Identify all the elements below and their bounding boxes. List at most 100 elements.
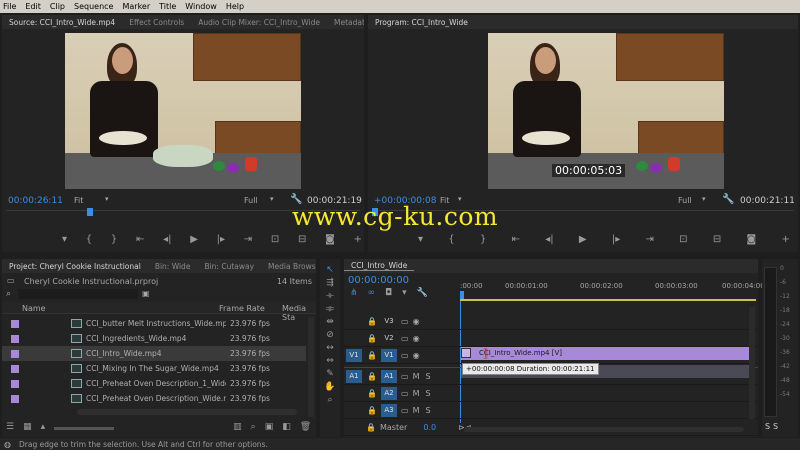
rolling-edit-tool-icon[interactable]: ⟚	[326, 304, 335, 314]
tab-metadata[interactable]: Metadata	[327, 18, 364, 27]
track-select-tool-icon[interactable]: ⇶	[326, 278, 334, 288]
tab-audio-clip-mixer[interactable]: Audio Clip Mixer: CCI_Intro_Wide	[191, 18, 327, 27]
mark-in-icon[interactable]: {	[86, 234, 92, 245]
overwrite-icon[interactable]: ⊟	[298, 234, 306, 245]
timeline-zoom-bar[interactable]	[464, 427, 744, 432]
project-scrollbar[interactable]	[308, 317, 314, 417]
menu-help[interactable]: Help	[226, 2, 244, 11]
tab-project[interactable]: Project: Cheryl Cookie Instructional	[2, 262, 148, 271]
master-volume[interactable]: 0.0	[423, 423, 436, 432]
add-icon[interactable]: +	[781, 234, 789, 245]
chevron-down-icon[interactable]: ▾	[270, 195, 274, 203]
meter-solo-right[interactable]: S	[773, 422, 778, 431]
menu-title[interactable]: Title	[159, 2, 176, 11]
hand-tool-icon[interactable]: ✋	[324, 382, 335, 392]
menu-file[interactable]: File	[3, 2, 16, 11]
eye-icon[interactable]: ◉	[413, 351, 420, 360]
source-fit-dropdown[interactable]: Fit	[74, 196, 83, 205]
wrench-icon[interactable]: 🔧	[722, 194, 734, 205]
list-item[interactable]: CCI_Preheat Oven Description_Wide.mp4 23.…	[2, 391, 306, 406]
track-label[interactable]: V2	[381, 332, 397, 345]
tab-source[interactable]: Source: CCI_Intro_Wide.mp4	[2, 18, 122, 27]
menu-marker[interactable]: Marker	[122, 2, 150, 11]
eye-icon[interactable]: ◉	[413, 334, 420, 343]
marker-icon[interactable]: ▾	[418, 234, 423, 245]
solo-button[interactable]: S	[425, 406, 430, 415]
lift-icon[interactable]: ⊡	[679, 234, 687, 245]
source-playhead[interactable]	[87, 208, 93, 216]
lock-icon[interactable]: 🔒	[367, 317, 381, 326]
rate-stretch-tool-icon[interactable]: ⇹	[326, 317, 334, 327]
new-item-icon[interactable]: ◧	[282, 422, 291, 432]
go-to-out-icon[interactable]: ⇥	[244, 234, 252, 245]
zoom-out-icon[interactable]: ▴	[41, 422, 46, 432]
marker-icon[interactable]: ▾	[402, 288, 407, 298]
solo-button[interactable]: S	[425, 389, 430, 398]
tab-media-browser[interactable]: Media Browser	[261, 262, 316, 271]
go-to-in-icon[interactable]: ⇤	[136, 234, 144, 245]
lock-icon[interactable]: 🔒	[367, 334, 381, 343]
slip-tool-icon[interactable]: ↔	[326, 343, 334, 353]
menu-edit[interactable]: Edit	[25, 2, 41, 11]
track-label[interactable]: A3	[381, 403, 397, 417]
go-to-out-icon[interactable]: ⇥	[646, 234, 654, 245]
chevron-down-icon[interactable]: ▾	[105, 195, 109, 203]
new-bin-icon[interactable]: ▣	[142, 289, 150, 298]
meter-solo-left[interactable]: S	[765, 422, 770, 431]
video-clip[interactable]: CCI_Intro_Wide.mp4 [V]	[461, 347, 750, 360]
list-item[interactable]: CCI_Ingredients_Wide.mp4 23.976 fps	[2, 331, 306, 346]
tab-effect-controls[interactable]: Effect Controls	[122, 18, 191, 27]
snap-icon[interactable]: ⋔	[350, 288, 358, 298]
icon-view-icon[interactable]: ▦	[23, 422, 32, 432]
go-to-in-icon[interactable]: ⇤	[512, 234, 520, 245]
project-search-input[interactable]	[18, 289, 138, 299]
play-icon[interactable]: ▶	[190, 234, 198, 245]
sync-lock-icon[interactable]: ▭	[401, 351, 409, 360]
solo-button[interactable]: S	[425, 372, 430, 381]
list-item[interactable]: CCI_Preheat Oven Description_1_Wide.m 23.…	[2, 376, 306, 391]
chevron-down-icon[interactable]: ▾	[702, 195, 706, 203]
sync-lock-icon[interactable]: ▭	[401, 317, 409, 326]
step-back-icon[interactable]: ◂|	[545, 234, 553, 245]
col-name[interactable]: Name	[22, 304, 46, 313]
tab-program[interactable]: Program: CCI_Intro_Wide	[368, 18, 475, 27]
menu-window[interactable]: Window	[185, 2, 217, 11]
tab-bin-cutaway[interactable]: Bin: Cutaway	[197, 262, 261, 271]
lock-icon[interactable]: 🔒	[367, 351, 381, 360]
list-item[interactable]: CCI_butter Melt Instructions_Wide.mp4 23.…	[2, 316, 306, 331]
tab-sequence[interactable]: CCI_Intro_Wide	[344, 261, 415, 271]
add-icon[interactable]: +	[354, 234, 362, 245]
new-bin-icon[interactable]: ▣	[265, 422, 274, 432]
timeline-timecode[interactable]: 00:00:00:00	[348, 275, 409, 286]
sync-lock-icon[interactable]: ▭	[401, 334, 409, 343]
lock-icon[interactable]: 🔒	[367, 389, 381, 398]
menu-sequence[interactable]: Sequence	[74, 2, 113, 11]
trash-icon[interactable]: 🗑	[300, 422, 311, 432]
mark-out-icon[interactable]: }	[480, 234, 486, 245]
step-forward-icon[interactable]: |▸	[217, 234, 225, 245]
selection-tool-icon[interactable]: ↖	[326, 265, 334, 275]
track-label[interactable]: A1	[381, 369, 397, 383]
timeline-playhead[interactable]	[460, 291, 464, 299]
voiceover-icon[interactable]: ▭	[401, 406, 409, 415]
mute-button[interactable]: M	[413, 406, 420, 415]
insert-icon[interactable]: ⊡	[271, 234, 279, 245]
wrench-icon[interactable]: 🔧	[417, 288, 428, 298]
col-frame-rate[interactable]: Frame Rate	[219, 304, 265, 313]
ripple-edit-tool-icon[interactable]: ⟛	[326, 291, 334, 301]
linked-selection-icon[interactable]: ∞	[368, 288, 376, 298]
list-item[interactable]: CCI_Intro_Wide.mp4 23.976 fps	[2, 346, 306, 361]
source-quality-dropdown[interactable]: Full	[244, 196, 258, 205]
camera-icon[interactable]: ◙	[746, 234, 756, 245]
marker-icon[interactable]: ▾	[62, 234, 67, 245]
step-forward-icon[interactable]: |▸	[612, 234, 620, 245]
timeline-scrollbar[interactable]	[749, 307, 755, 419]
add-marker-icon[interactable]: ◘	[385, 288, 392, 298]
razor-tool-icon[interactable]: ⊘	[326, 330, 334, 340]
eye-icon[interactable]: ◉	[413, 317, 420, 326]
tab-bin-wide[interactable]: Bin: Wide	[148, 262, 198, 271]
mute-button[interactable]: M	[413, 372, 420, 381]
track-label[interactable]: A2	[381, 386, 397, 400]
camera-icon[interactable]: ◙	[325, 234, 335, 245]
track-label[interactable]: V3	[381, 315, 397, 328]
